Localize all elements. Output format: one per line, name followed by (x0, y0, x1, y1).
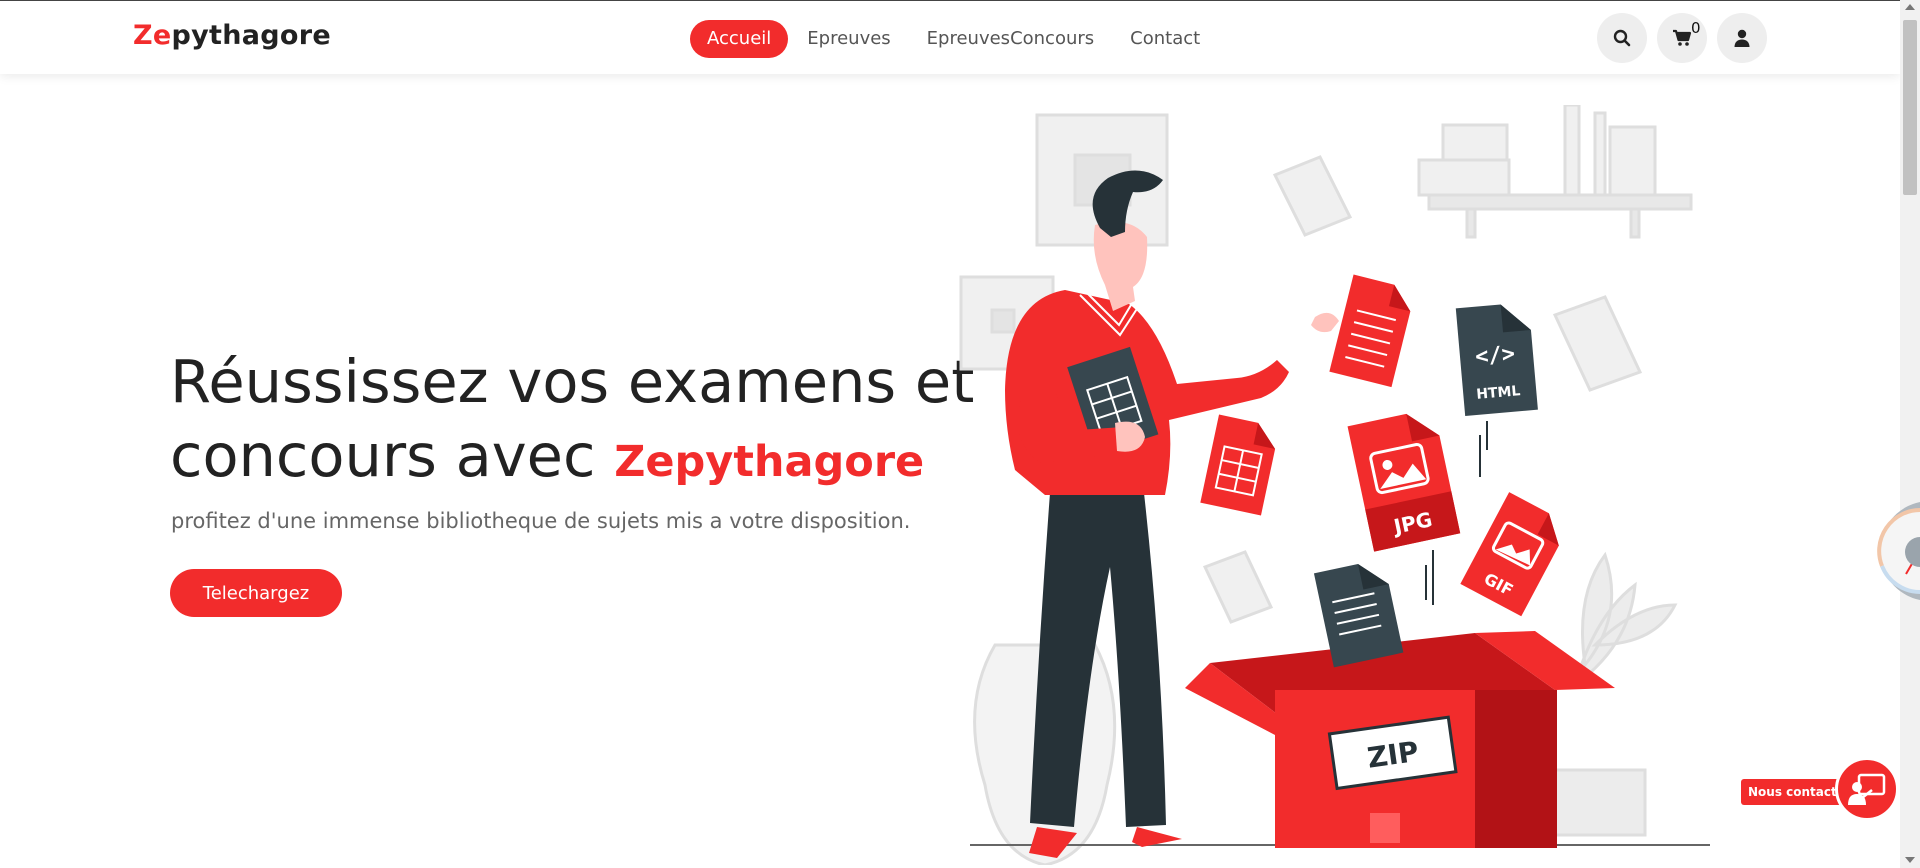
main-nav: Accueil Epreuves EpreuvesConcours Contac… (690, 20, 1219, 58)
hero-title-brand: Zepythagore (614, 437, 925, 487)
contact-chat-icon (1848, 773, 1886, 805)
scroll-up-arrow-icon[interactable] (1905, 4, 1915, 10)
scroll-thumb[interactable] (1903, 20, 1917, 195)
nav-epreuves-concours[interactable]: EpreuvesConcours (910, 20, 1111, 58)
doc-html: </> HTML (1455, 304, 1538, 417)
nav-accueil[interactable]: Accueil (690, 20, 789, 58)
page-scrollbar[interactable] (1900, 0, 1920, 868)
hero-illustration: ZIP </> HTML JPG GIF (959, 105, 1710, 865)
brand-logo[interactable]: Zepythagore (133, 20, 331, 51)
nav-contact[interactable]: Contact (1113, 20, 1217, 58)
search-button[interactable] (1597, 13, 1647, 63)
scroll-down-arrow-icon[interactable] (1905, 857, 1915, 863)
cart-button[interactable]: 0 (1657, 13, 1707, 63)
brand-accent: Ze (133, 20, 172, 51)
cart-count: 0 (1691, 19, 1701, 37)
hero-title: Réussissez vos examens et concours avec … (170, 345, 974, 499)
gauge-value: 00 (1858, 558, 1877, 573)
doc-jpg: JPG (1347, 413, 1461, 552)
cart-icon (1673, 29, 1692, 46)
hero-subtitle: profitez d'une immense bibliotheque de s… (171, 509, 911, 533)
hero-title-line1: Réussissez vos examens et (170, 347, 975, 416)
nav-epreuves[interactable]: Epreuves (790, 20, 907, 58)
hero-title-line2: concours avec (170, 421, 596, 490)
account-button[interactable] (1717, 13, 1767, 63)
doc-red-top (1329, 274, 1411, 388)
zip-label: ZIP (1365, 735, 1420, 775)
doc-gif: GIF (1460, 492, 1559, 617)
brand-rest: pythagore (171, 20, 331, 51)
top-navbar: Zepythagore Accueil Epreuves EpreuvesCon… (0, 0, 1900, 74)
contact-button[interactable] (1835, 757, 1899, 821)
download-button[interactable]: Telechargez (170, 569, 342, 617)
speed-gauge-widget[interactable] (1820, 500, 1920, 602)
doc-spreadsheet-red (1200, 414, 1276, 516)
zip-box: ZIP (1185, 631, 1615, 848)
search-icon (1613, 29, 1631, 47)
svg-text:</>: </> (1474, 341, 1516, 369)
nav-icons: 0 (1597, 13, 1777, 63)
user-icon (1734, 29, 1750, 47)
